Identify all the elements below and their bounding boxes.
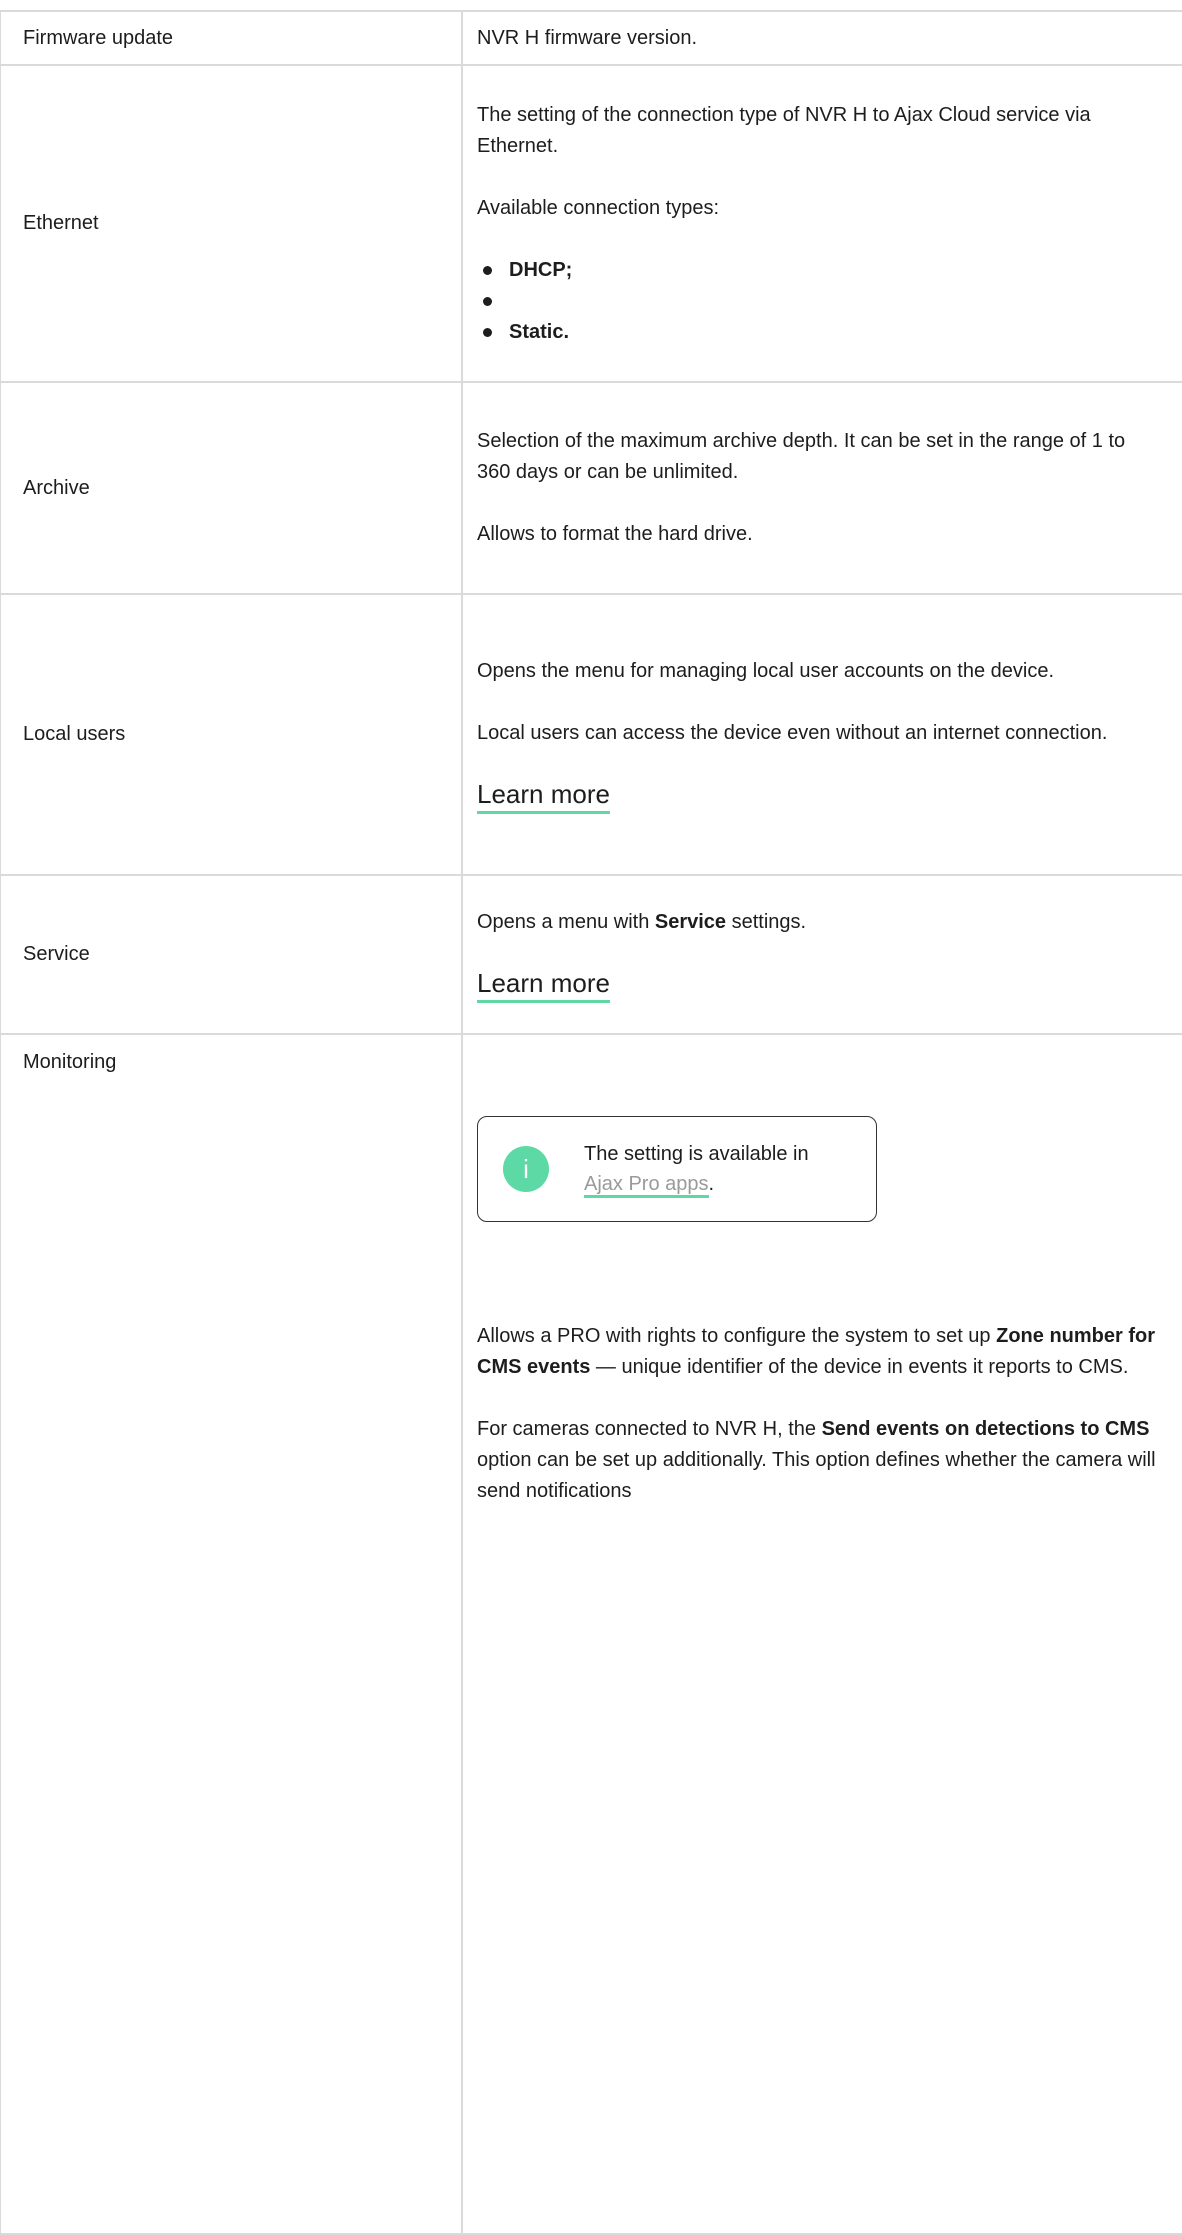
- connection-type-list: DHCP; Static.: [477, 255, 1182, 348]
- description-text: For cameras connected to NVR H, the Send…: [477, 1414, 1167, 1507]
- description-text: Selection of the maximum archive depth. …: [477, 426, 1157, 488]
- info-icon: i: [503, 1146, 549, 1192]
- setting-description: Opens a menu with Service settings. Lear…: [462, 875, 1182, 1034]
- learn-more-link[interactable]: Learn more: [477, 779, 610, 814]
- description-text: Allows a PRO with rights to configure th…: [477, 1321, 1167, 1383]
- learn-more-link[interactable]: Learn more: [477, 968, 610, 1003]
- setting-name: Service: [1, 875, 463, 1034]
- description-text: The setting of the connection type of NV…: [477, 100, 1167, 162]
- description-text: Opens the menu for managing local user a…: [477, 656, 1157, 687]
- setting-description: i The setting is available in Ajax Pro a…: [462, 1034, 1182, 2234]
- ajax-pro-apps-link[interactable]: Ajax Pro apps: [584, 1173, 709, 1198]
- info-note: i The setting is available in Ajax Pro a…: [477, 1116, 877, 1222]
- description-text: Local users can access the device even w…: [477, 718, 1157, 749]
- table-row: Service Opens a menu with Service settin…: [1, 875, 1182, 1034]
- setting-description: NVR H firmware version.: [462, 11, 1182, 65]
- setting-name: Monitoring: [1, 1034, 463, 2234]
- list-item: Static.: [477, 317, 1182, 348]
- list-item: DHCP;: [477, 255, 1182, 286]
- setting-name: Archive: [1, 382, 463, 594]
- description-text: Allows to format the hard drive.: [477, 519, 1182, 550]
- description-text: Opens a menu with Service settings.: [477, 907, 1182, 938]
- setting-name: Firmware update: [1, 11, 463, 65]
- table-row: Monitoring i The setting is available in…: [1, 1034, 1182, 2234]
- setting-name: Local users: [1, 594, 463, 875]
- note-text: The setting is available in Ajax Pro app…: [584, 1139, 809, 1199]
- setting-description: Selection of the maximum archive depth. …: [462, 382, 1182, 594]
- table-row: Local users Opens the menu for managing …: [1, 594, 1182, 875]
- setting-description: Opens the menu for managing local user a…: [462, 594, 1182, 875]
- description-text: Available connection types:: [477, 193, 1182, 224]
- setting-name: Ethernet: [1, 65, 463, 382]
- table-row: Archive Selection of the maximum archive…: [1, 382, 1182, 594]
- settings-table: Firmware update NVR H firmware version. …: [0, 10, 1182, 2235]
- setting-description: The setting of the connection type of NV…: [462, 65, 1182, 382]
- description-text: NVR H firmware version.: [477, 23, 1182, 54]
- table-row: Firmware update NVR H firmware version.: [1, 11, 1182, 65]
- table-row: Ethernet The setting of the connection t…: [1, 65, 1182, 382]
